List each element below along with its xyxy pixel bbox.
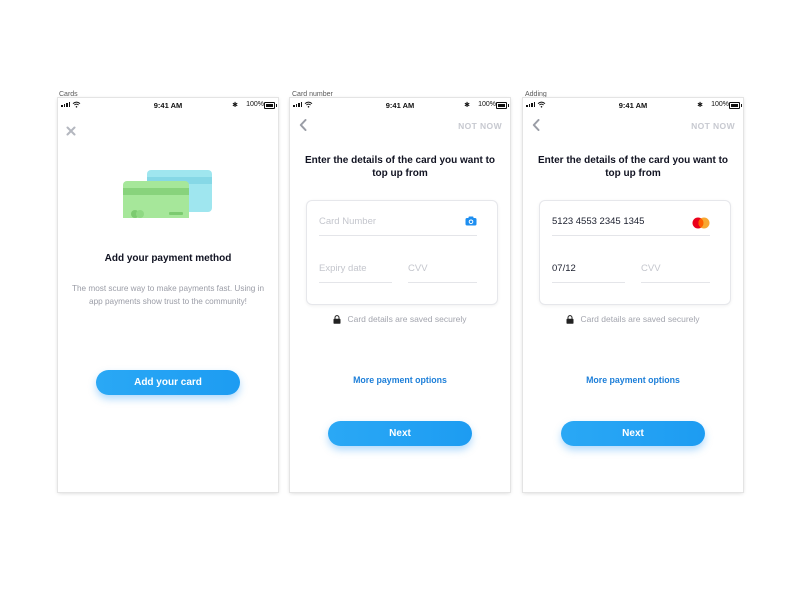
card-number-field[interactable]: Card Number	[319, 216, 477, 236]
battery-icon	[729, 102, 742, 109]
credit-cards-illustration	[123, 170, 212, 218]
status-time: 9:41 AM	[385, 101, 415, 110]
description: The most scure way to make payments fast…	[71, 284, 265, 306]
frame-label-card-number: Card number	[292, 91, 333, 98]
add-card-button[interactable]: Add your card	[96, 370, 240, 395]
next-button[interactable]: Next	[328, 421, 472, 446]
status-bar: 9:41 AM ✱ 100%	[523, 98, 743, 114]
not-now-button[interactable]: NOT NOW	[691, 121, 735, 131]
battery-percent: 100%	[246, 101, 264, 108]
cvv-field[interactable]: CVV	[408, 263, 477, 283]
status-time: 9:41 AM	[618, 101, 648, 110]
status-bar: 9:41 AM ✱ 100%	[290, 98, 510, 114]
status-bar: 9:41 AM ✱ 100%	[58, 98, 278, 114]
cvv-field[interactable]: CVV	[641, 263, 710, 283]
status-time: 9:41 AM	[153, 101, 183, 110]
back-chevron-icon[interactable]	[532, 119, 540, 131]
screen-cards: 9:41 AM ✱ 100% Add your payment method T…	[58, 98, 278, 492]
lock-icon	[566, 314, 574, 324]
battery-percent: 100%	[478, 101, 496, 108]
bluetooth-icon: ✱	[697, 102, 703, 109]
secure-note: Card details are saved securely	[523, 314, 743, 324]
lock-icon	[333, 314, 341, 324]
next-button[interactable]: Next	[561, 421, 705, 446]
bluetooth-icon: ✱	[232, 102, 238, 109]
mastercard-icon	[692, 217, 710, 229]
card-form: 5123 4553 2345 1345 07/12 CVV	[539, 200, 731, 305]
page-title: Add your payment method	[104, 253, 232, 264]
bluetooth-icon: ✱	[464, 102, 470, 109]
card-form: Card Number Expiry date CVV	[306, 200, 498, 305]
secure-text: Card details are saved securely	[347, 314, 467, 324]
page-title: Enter the details of the card you want t…	[304, 155, 496, 179]
page-title: Enter the details of the card you want t…	[537, 155, 729, 179]
expiry-date-field[interactable]: 07/12	[552, 263, 625, 283]
battery-icon	[496, 102, 509, 109]
screen-card-number: 9:41 AM ✱ 100% NOT NOW Enter the details…	[290, 98, 510, 492]
battery-percent: 100%	[711, 101, 729, 108]
secure-note: Card details are saved securely	[290, 314, 510, 324]
expiry-date-field[interactable]: Expiry date	[319, 263, 392, 283]
more-payment-options-link[interactable]: More payment options	[523, 375, 743, 385]
more-payment-options-link[interactable]: More payment options	[290, 375, 510, 385]
not-now-button[interactable]: NOT NOW	[458, 121, 502, 131]
card-number-field[interactable]: 5123 4553 2345 1345	[552, 216, 710, 236]
secure-text: Card details are saved securely	[580, 314, 700, 324]
screen-adding: 9:41 AM ✱ 100% NOT NOW Enter the details…	[523, 98, 743, 492]
frame-label-adding: Adding	[525, 91, 547, 98]
camera-icon[interactable]	[465, 216, 477, 226]
battery-icon	[264, 102, 277, 109]
frame-label-cards: Cards	[59, 91, 78, 98]
close-icon[interactable]	[66, 126, 76, 136]
back-chevron-icon[interactable]	[299, 119, 307, 131]
